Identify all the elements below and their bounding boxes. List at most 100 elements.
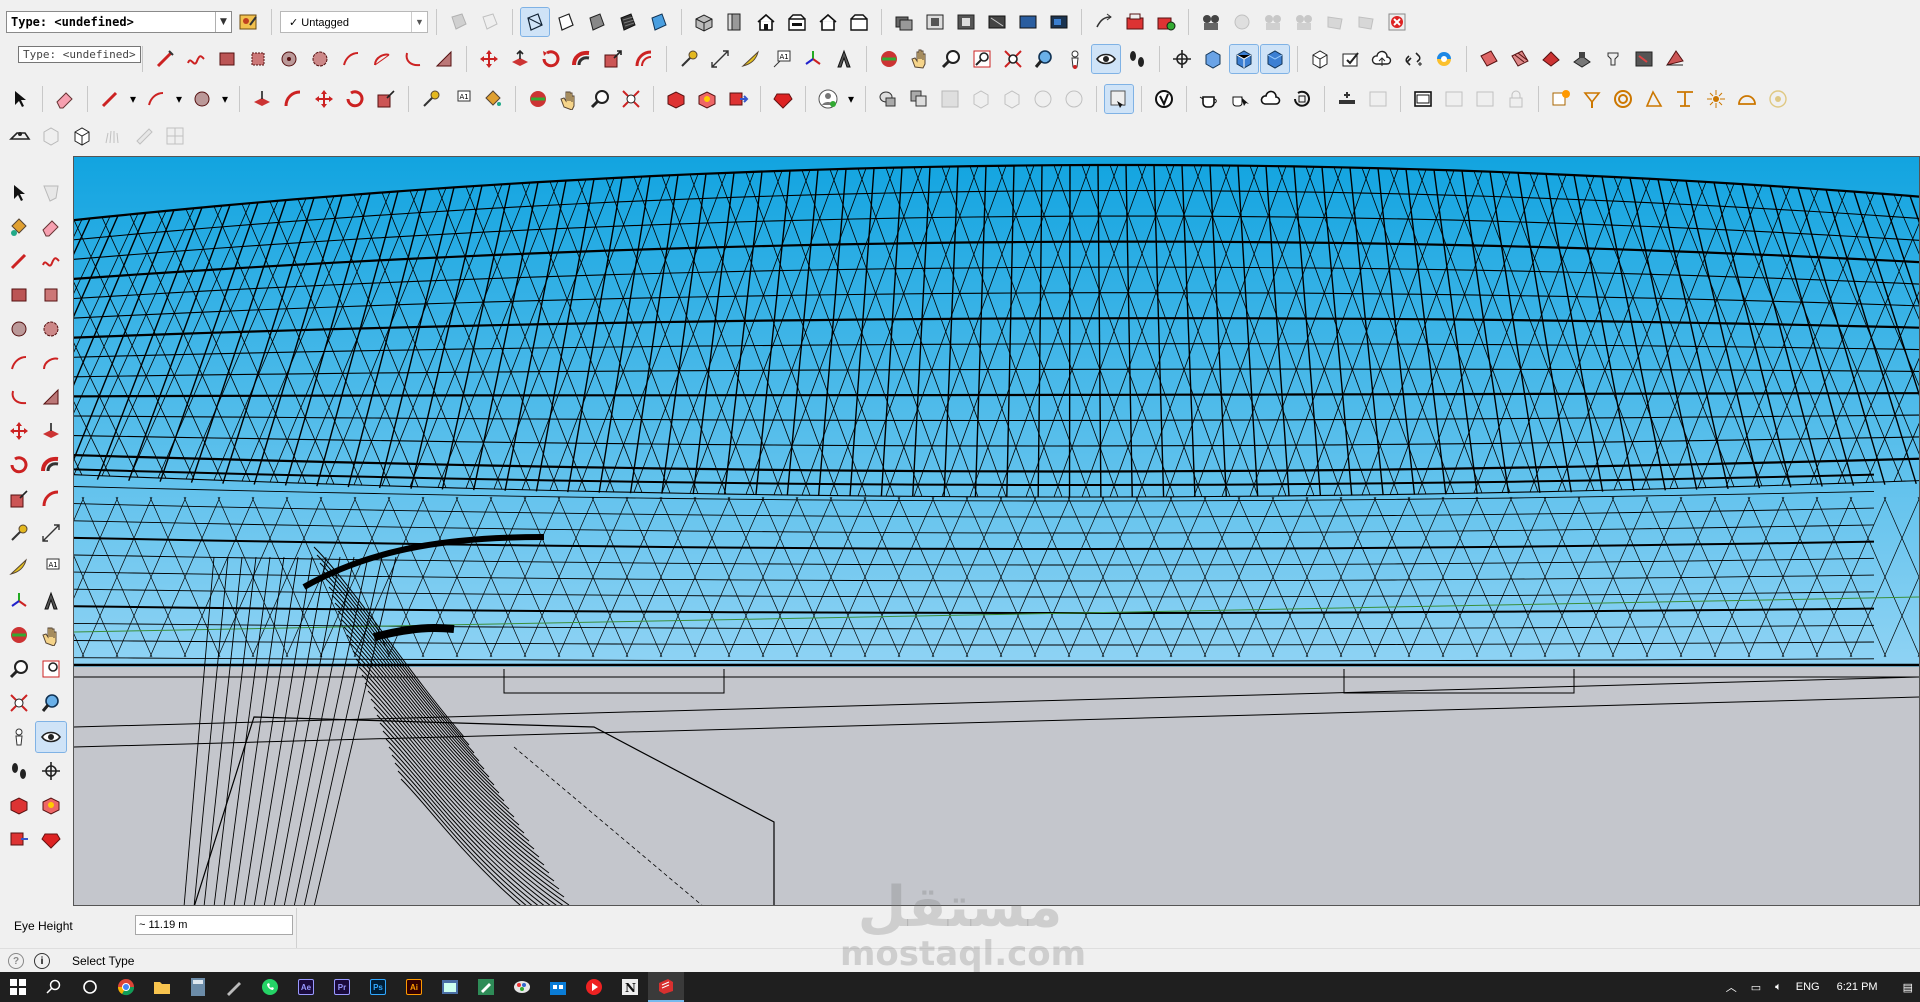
3d-text-tool-icon[interactable]	[830, 45, 858, 73]
3d-warehouse-icon[interactable]	[1306, 45, 1334, 73]
split-icon[interactable]	[1029, 85, 1057, 113]
section-plane-icon[interactable]	[890, 8, 918, 36]
account-icon[interactable]	[814, 85, 842, 113]
volume-icon[interactable]: 🔈︎	[1775, 981, 1782, 994]
iso-view-icon[interactable]	[690, 8, 718, 36]
shaded-style-icon[interactable]	[583, 8, 611, 36]
fur-icon[interactable]	[99, 122, 127, 150]
tape-measure-tool-icon[interactable]	[675, 45, 703, 73]
rotate-left-icon[interactable]	[4, 450, 34, 480]
proxy-import-icon[interactable]	[68, 122, 96, 150]
lock-icon[interactable]	[1502, 85, 1530, 113]
scene-icon[interactable]	[1121, 8, 1149, 36]
pan-tool-icon[interactable]	[906, 45, 934, 73]
back-face-icon[interactable]	[476, 8, 504, 36]
paint-type-icon[interactable]	[235, 8, 263, 36]
position-camera-icon[interactable]	[1061, 45, 1089, 73]
zoom-tool-icon[interactable]	[937, 45, 965, 73]
omni-light-icon[interactable]	[1578, 85, 1606, 113]
info-icon[interactable]: i	[34, 953, 50, 969]
wireframe-style-icon[interactable]	[520, 7, 550, 37]
scatter-icon[interactable]	[161, 122, 189, 150]
two-point-arc-left-icon[interactable]	[36, 348, 66, 378]
pie-tool-icon[interactable]	[430, 45, 458, 73]
link-icon[interactable]	[1399, 45, 1427, 73]
hidden-line-style-icon[interactable]	[552, 8, 580, 36]
display-section-cuts-icon[interactable]	[952, 8, 980, 36]
follow-me-left-icon[interactable]	[36, 450, 66, 480]
arc-tool-2-icon[interactable]	[142, 85, 170, 113]
solid-tools-grayed-icon[interactable]	[1060, 85, 1088, 113]
section-fill-icon[interactable]	[983, 8, 1011, 36]
film-camera-icon[interactable]	[1197, 8, 1225, 36]
smoove-icon[interactable]	[1537, 45, 1565, 73]
freehand-left-icon[interactable]	[36, 246, 66, 276]
top-view-icon[interactable]	[721, 8, 749, 36]
offset-left-icon[interactable]	[36, 484, 66, 514]
paint-bucket-left-icon[interactable]	[4, 212, 34, 242]
walk-tool-icon[interactable]	[1123, 45, 1151, 73]
union-icon[interactable]	[936, 85, 964, 113]
arc-tool-icon[interactable]	[337, 45, 365, 73]
scale-left-icon[interactable]	[4, 484, 34, 514]
taskbar-after-effects[interactable]: Ae	[288, 972, 324, 1002]
cloud-render-icon[interactable]	[1257, 85, 1285, 113]
text-tool-icon[interactable]: A1	[768, 45, 796, 73]
offset-2-icon[interactable]	[279, 85, 307, 113]
paint-bucket-icon[interactable]	[479, 85, 507, 113]
dropdown-arrow-3-icon[interactable]: ▾	[219, 85, 231, 113]
push-pull-2-icon[interactable]	[248, 85, 276, 113]
polygon-left-icon[interactable]	[36, 314, 66, 344]
zoom-2-icon[interactable]	[586, 85, 614, 113]
lights-icon[interactable]	[1333, 85, 1361, 113]
clock[interactable]: 6:21 PM	[1837, 981, 1878, 993]
taskbar-paint[interactable]	[504, 972, 540, 1002]
position-camera-left-icon[interactable]	[4, 722, 34, 752]
orbit-tool-icon[interactable]	[875, 45, 903, 73]
stop-icon[interactable]	[1383, 8, 1411, 36]
walk-left-icon[interactable]	[4, 756, 34, 786]
send-layout-icon[interactable]	[724, 85, 752, 113]
outer-shell-icon[interactable]	[874, 85, 902, 113]
taskbar-photoshop[interactable]: Ps	[360, 972, 396, 1002]
components-icon[interactable]	[693, 85, 721, 113]
taskbar-chrome[interactable]	[108, 972, 144, 1002]
section-cut-dark-icon[interactable]	[1045, 8, 1073, 36]
make-component-left-icon[interactable]	[4, 790, 34, 820]
taskbar-whatsapp[interactable]	[252, 972, 288, 1002]
scale-tool-icon[interactable]	[599, 45, 627, 73]
vray-settings-icon[interactable]	[1547, 85, 1575, 113]
rectangle-tool-icon[interactable]	[213, 45, 241, 73]
section-plane-tool-icon[interactable]	[1168, 45, 1196, 73]
zoom-left-icon[interactable]	[4, 654, 34, 684]
axes-left-icon[interactable]	[4, 586, 34, 616]
taskbar-notes[interactable]	[468, 972, 504, 1002]
arc-left-icon[interactable]	[4, 348, 34, 378]
text-2-icon[interactable]: A1	[448, 85, 476, 113]
teapot-icon[interactable]	[1195, 85, 1223, 113]
intersect-icon[interactable]	[905, 85, 933, 113]
text-left-icon[interactable]: A1	[36, 552, 66, 582]
rotate-2-icon[interactable]	[341, 85, 369, 113]
flip-edge-icon[interactable]	[1661, 45, 1689, 73]
rectangle-left-icon[interactable]	[4, 280, 34, 310]
taskbar-app-generic[interactable]	[432, 972, 468, 1002]
push-pull-tool-icon[interactable]	[506, 45, 534, 73]
move-tool-icon[interactable]	[475, 45, 503, 73]
freehand-tool-icon[interactable]	[182, 45, 210, 73]
section-cut-blue-icon[interactable]	[1014, 8, 1042, 36]
dome-light-icon[interactable]	[1733, 85, 1761, 113]
send-layout-left-icon[interactable]	[4, 824, 34, 854]
make-component-icon[interactable]	[662, 85, 690, 113]
ruby-left-icon[interactable]	[36, 824, 66, 854]
film-grayed-1-icon[interactable]	[1259, 8, 1287, 36]
add-detail-icon[interactable]	[1630, 45, 1658, 73]
drape-icon[interactable]	[1599, 45, 1627, 73]
notification-icon[interactable]: ▤	[1903, 981, 1913, 994]
select-tool-icon[interactable]	[6, 85, 34, 113]
rotate-tool-icon[interactable]	[537, 45, 565, 73]
rotated-rectangle-tool-icon[interactable]	[244, 45, 272, 73]
render-interactive-icon[interactable]	[1226, 85, 1254, 113]
offset-tool-icon[interactable]	[630, 45, 658, 73]
sandbox-from-contours-icon[interactable]	[1475, 45, 1503, 73]
